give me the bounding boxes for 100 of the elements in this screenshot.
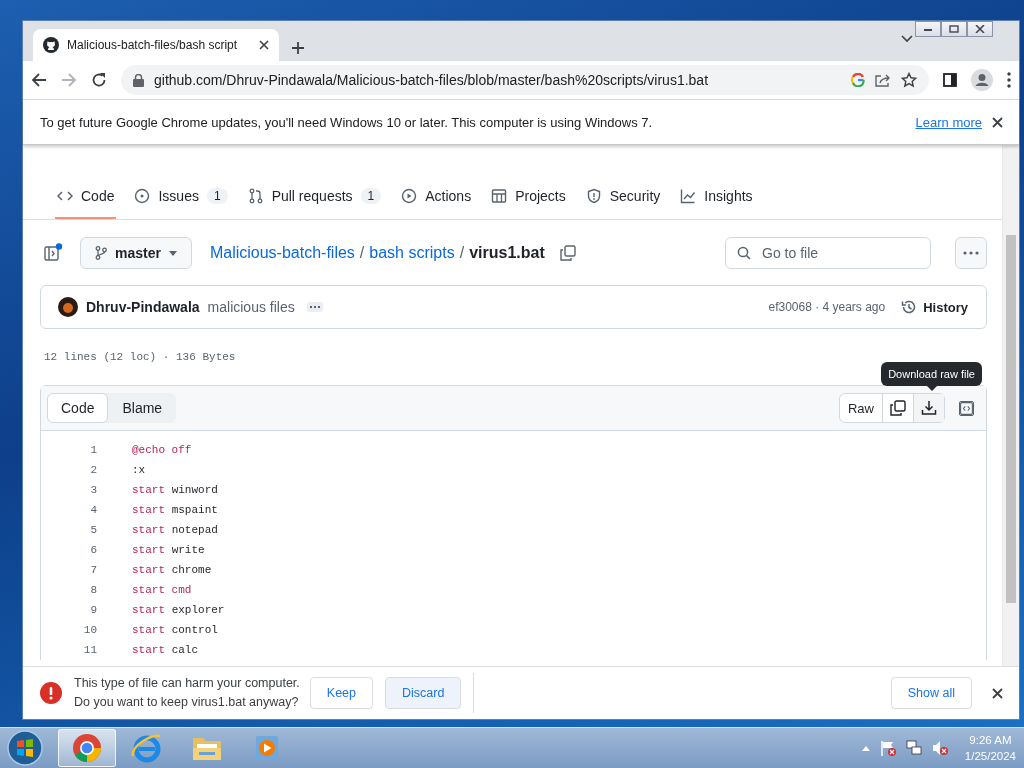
code-line: start cmd <box>132 584 192 596</box>
commit-info: ef30068 · 4 years ago <box>768 300 886 314</box>
file-info: 12 lines (12 loc) · 136 Bytes <box>44 351 237 363</box>
code-line: start mspaint <box>132 504 218 516</box>
discard-button[interactable]: Discard <box>385 677 462 709</box>
taskbar-app[interactable] <box>58 729 116 767</box>
close-icon[interactable] <box>259 40 269 50</box>
minimize-icon <box>923 26 933 32</box>
close-icon[interactable] <box>992 116 1003 128</box>
view-tab[interactable]: Code <box>47 393 109 423</box>
path-separator: / <box>359 244 365 262</box>
line-number: 3 <box>89 484 97 496</box>
search-icon <box>737 246 751 260</box>
close-icon[interactable] <box>992 687 1003 699</box>
history-icon <box>901 299 918 315</box>
count-badge: 1 <box>360 188 382 204</box>
start-button[interactable] <box>6 729 44 767</box>
profile-icon[interactable] <box>971 69 993 91</box>
branch-selector[interactable]: master <box>80 237 192 269</box>
address-bar[interactable]: github.com/Dhruv-Pindawala/Malicious-batch-files/blob/master/bash%20scripts/virus1.bat <box>121 65 929 95</box>
line-number: 4 <box>89 504 97 516</box>
repo-tab[interactable]: Security <box>583 175 663 219</box>
line-number: 5 <box>89 524 97 536</box>
repo-tab[interactable]: Projects <box>489 175 568 219</box>
close-icon <box>975 25 985 33</box>
more-menu-icon[interactable] <box>1007 72 1011 88</box>
lock-icon <box>133 73 144 87</box>
repo-tab[interactable]: Code <box>55 175 117 219</box>
copy-icon[interactable] <box>559 245 576 261</box>
more-icon <box>963 251 979 255</box>
line-number: 11 <box>82 644 97 656</box>
code-line: start explorer <box>132 604 225 616</box>
browser-tab[interactable]: Malicious-batch-files/bash script <box>33 29 279 61</box>
expand-button[interactable] <box>306 302 323 312</box>
share-icon[interactable] <box>875 73 891 87</box>
file-name: virus1.bat <box>469 244 545 262</box>
download-icon <box>921 400 937 416</box>
show-all-button[interactable]: Show all <box>890 677 972 709</box>
history-link[interactable]: History <box>901 299 968 315</box>
maximize-icon <box>949 25 959 33</box>
infobar-message: To get future Google Chrome updates, you'll need Windows 10 or later. This computer is using Windows 7. <box>40 114 654 130</box>
commit-message[interactable]: malicious files <box>207 299 295 315</box>
close-window-button[interactable] <box>967 21 993 37</box>
star-icon[interactable] <box>901 72 917 88</box>
repo-tab[interactable]: Issues 1 <box>132 175 230 219</box>
minimize-button[interactable] <box>915 21 941 37</box>
warning-icon <box>40 682 62 704</box>
code-line: @echo off <box>132 444 192 456</box>
globe-e-icon <box>131 732 163 764</box>
tooltip: Download raw file <box>881 362 982 391</box>
media-player-icon <box>253 734 281 762</box>
avatar-icon <box>58 297 78 317</box>
line-number: 2 <box>89 464 97 476</box>
view-tab[interactable]: Blame <box>108 393 177 423</box>
learn-more-link[interactable]: Learn more <box>915 114 982 130</box>
repo-link[interactable]: Malicious-batch-files <box>209 244 355 262</box>
symbols-icon[interactable] <box>959 400 974 416</box>
code-line: start calc <box>132 644 199 656</box>
security-icon <box>585 188 602 204</box>
author-link[interactable]: Dhruv-Pindawala <box>86 299 200 315</box>
repo-tab[interactable]: Insights <box>678 175 755 219</box>
pulls-icon <box>247 188 264 204</box>
code-line: start notepad <box>132 524 218 536</box>
actions-icon <box>401 188 418 204</box>
clock-time: 9:26 AM <box>969 733 1012 748</box>
keep-button[interactable]: Keep <box>309 677 373 709</box>
code-line: start chrome <box>132 564 212 576</box>
line-number: 10 <box>82 624 97 636</box>
warning-text: This type of file can harm your computer. <box>74 676 300 691</box>
back-icon[interactable] <box>31 72 47 88</box>
chrome-icon <box>72 733 102 763</box>
branch-icon <box>95 246 107 260</box>
line-number: 1 <box>89 444 97 456</box>
network-icon[interactable] <box>904 739 923 757</box>
new-tab-icon[interactable] <box>291 41 305 55</box>
folder-link[interactable]: bash scripts <box>369 244 455 262</box>
line-number: 9 <box>89 604 97 616</box>
count-badge: 1 <box>206 188 228 204</box>
projects-icon <box>491 188 508 204</box>
search-field[interactable]: Go to file <box>725 237 931 269</box>
clock-date: 1/25/2024 <box>964 749 1016 764</box>
caret-icon <box>168 250 177 256</box>
code-line: start write <box>132 544 205 556</box>
speaker-muted-icon[interactable] <box>930 739 949 757</box>
maximize-button[interactable] <box>941 21 967 37</box>
repo-tab[interactable]: Actions <box>399 175 474 219</box>
chevron-down-icon[interactable] <box>901 35 913 43</box>
download-button[interactable] <box>913 394 944 422</box>
line-number: 6 <box>89 544 97 556</box>
warning-text: Do you want to keep virus1.bat anyway? <box>74 695 300 710</box>
copy-icon <box>890 400 906 416</box>
code-line: :x <box>132 464 146 476</box>
side-panel-icon[interactable] <box>943 73 957 87</box>
flag-icon[interactable] <box>878 739 897 757</box>
reload-icon[interactable] <box>91 72 107 88</box>
google-g-icon <box>851 73 865 87</box>
scrollbar[interactable] <box>1002 145 1019 666</box>
line-number: 7 <box>89 564 97 576</box>
insights-icon <box>680 188 697 204</box>
repo-tab[interactable]: Pull requests 1 <box>245 175 384 219</box>
